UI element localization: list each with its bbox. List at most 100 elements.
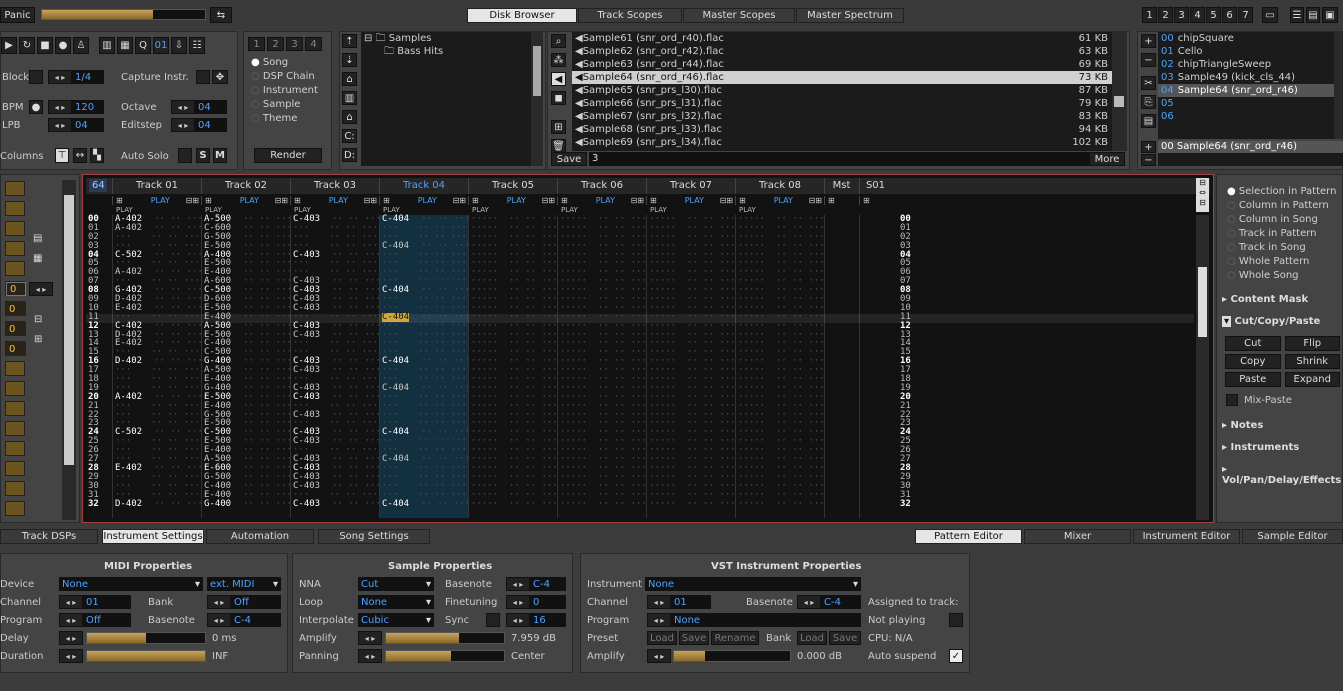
preview-icon[interactable]: ◀ xyxy=(551,72,566,86)
midi-ext-select[interactable]: ext. MIDI ▾ xyxy=(207,577,281,591)
nna-select[interactable]: Cut ▾ xyxy=(358,577,434,591)
midi-delay-slider[interactable] xyxy=(86,632,206,644)
notes-header[interactable]: ▸ Notes xyxy=(1222,420,1263,431)
settings-icon[interactable]: ☷ xyxy=(189,37,205,54)
content-mask-header[interactable]: ▸ Content Mask xyxy=(1222,294,1308,305)
add-column-icon[interactable]: ⊞ xyxy=(472,196,479,205)
instrument-item[interactable]: 03 Sample49 (kick_cls_44) xyxy=(1158,71,1334,84)
pattern-scrollbar[interactable] xyxy=(1196,215,1209,520)
midi-bank-value[interactable]: Off xyxy=(231,595,281,609)
block-value[interactable]: 1/4 xyxy=(72,70,104,84)
render-tab-4[interactable]: 4 xyxy=(305,37,322,51)
track-mute-button[interactable] xyxy=(5,461,25,476)
layout-number-4[interactable]: 4 xyxy=(1190,7,1205,23)
file-item[interactable]: ◀ Sample64 (snr_ord_r46).flac 73 KB xyxy=(572,71,1112,84)
column-buttons-icon[interactable]: ⊟⊞ xyxy=(186,196,201,205)
ccp-button-shrink[interactable]: Shrink xyxy=(1284,354,1340,369)
up-icon[interactable]: ⇡ xyxy=(342,34,357,48)
search-icon[interactable]: ⌕ xyxy=(551,34,566,48)
left-scrollbar[interactable] xyxy=(62,180,76,520)
random-icon[interactable]: ⁂ xyxy=(551,53,566,67)
column-buttons-icon[interactable]: ⊟⊞ xyxy=(364,196,379,205)
track-mute-button[interactable] xyxy=(5,181,25,196)
vst-channel-value[interactable]: 01 xyxy=(671,595,711,609)
pattern-cell[interactable]: ····· ·· ·· ··· xyxy=(471,499,558,509)
render-option-dsp-chain[interactable]: ○ DSP Chain xyxy=(251,70,318,84)
layout-number-3[interactable]: 3 xyxy=(1174,7,1189,23)
track-mute-button[interactable] xyxy=(5,401,25,416)
track-mute-button[interactable] xyxy=(5,201,25,216)
loop-select[interactable]: None ▾ xyxy=(358,595,434,609)
render-option-sample[interactable]: ○ Sample xyxy=(251,98,318,112)
ccp-header[interactable]: ▾ Cut/Copy/Paste xyxy=(1222,316,1320,327)
sync-arrows[interactable]: ◂ ▸ xyxy=(506,613,530,627)
vst-bank-save-button[interactable]: Save xyxy=(829,631,861,645)
folder-item[interactable]: 🗀 Bass Hits xyxy=(364,45,531,58)
vst-instrument-select[interactable]: None ▾ xyxy=(645,577,861,591)
column-buttons-icon[interactable]: ⊟⊞ xyxy=(809,196,824,205)
track-mute-button[interactable] xyxy=(5,421,25,436)
track-value-arrows[interactable]: ◂ ▸ xyxy=(29,282,53,296)
track-header[interactable]: Track 04 xyxy=(379,178,468,194)
vst-assign-checkbox[interactable] xyxy=(949,613,963,627)
paste-icon[interactable]: ▤ xyxy=(1141,114,1156,128)
tab-mixer[interactable]: Mixer xyxy=(1024,529,1131,544)
panning-arrows[interactable]: ◂ ▸ xyxy=(358,649,382,663)
pattern-cell[interactable]: ····· ·· ·· ··· xyxy=(738,499,825,509)
drive-c-icon[interactable]: C: xyxy=(342,129,357,143)
folder-up-icon[interactable]: ⌂ xyxy=(342,110,357,124)
bpm-arrows[interactable]: ◂ ▸ xyxy=(48,100,72,114)
cut-icon[interactable]: ✂ xyxy=(1141,76,1156,90)
track-header[interactable]: Mst xyxy=(824,178,858,194)
autosolo-toggle[interactable] xyxy=(178,148,192,163)
layout-number-5[interactable]: 5 xyxy=(1206,7,1221,23)
file-item[interactable]: ◀ Sample68 (snr_prs_l33).flac 94 KB xyxy=(572,123,1112,136)
add-column-icon[interactable]: ⊞ xyxy=(650,196,657,205)
ccp-button-flip[interactable]: Flip xyxy=(1284,336,1340,351)
bpm-value[interactable]: 120 xyxy=(72,100,104,114)
metronome-icon[interactable]: ♙ xyxy=(73,37,89,54)
mixpaste-checkbox[interactable] xyxy=(1226,394,1238,406)
pattern-cell[interactable]: C-403 ·· ·· ··· xyxy=(293,499,381,509)
pattern-cell[interactable]: C-404 ·· ·· ··· xyxy=(382,499,470,509)
instrument-item[interactable]: 02 chipTriangleSweep xyxy=(1158,58,1334,71)
vst-program-value[interactable]: None xyxy=(671,613,861,627)
tab-instrument-editor[interactable]: Instrument Editor xyxy=(1133,529,1240,544)
capture-icon[interactable]: ✥ xyxy=(212,70,228,84)
columns-icon-1[interactable]: ⊤ xyxy=(55,148,69,163)
render-tab-2[interactable]: 2 xyxy=(267,37,284,51)
lpb-value[interactable]: 04 xyxy=(72,118,104,132)
save-button[interactable]: Save xyxy=(551,152,587,166)
midi-basenote-value[interactable]: C-4 xyxy=(231,613,281,627)
layout-number-6[interactable]: 6 xyxy=(1222,7,1237,23)
layout-number-2[interactable]: 2 xyxy=(1158,7,1173,23)
vst-preset-load-button[interactable]: Load xyxy=(647,631,677,645)
selection-option[interactable]: ○ Track in Pattern xyxy=(1227,227,1336,241)
ccp-button-expand[interactable]: Expand xyxy=(1284,372,1340,387)
follow-icon[interactable]: ⇩ xyxy=(171,37,187,54)
column-buttons-icon[interactable]: ⊟⊞ xyxy=(275,196,290,205)
render-option-song[interactable]: ● Song xyxy=(251,56,318,70)
solo-icon[interactable]: S xyxy=(196,148,210,163)
finetune-value[interactable]: 0 xyxy=(530,595,566,609)
quantize-icon[interactable]: Q xyxy=(135,37,151,54)
track-header[interactable]: Track 03 xyxy=(290,178,379,194)
selection-option[interactable]: ○ Column in Song xyxy=(1227,213,1336,227)
file-item[interactable]: ◀ Sample63 (snr_ord_r44).flac 69 KB xyxy=(572,58,1112,71)
home-icon[interactable]: ⌂ xyxy=(342,72,357,86)
track-value-0a[interactable]: 0 xyxy=(6,282,26,296)
tab-master-spectrum[interactable]: Master Spectrum xyxy=(796,8,904,23)
master-volume-slider[interactable] xyxy=(41,9,206,20)
track-mute-button[interactable] xyxy=(5,501,25,516)
selection-option[interactable]: ○ Column in Pattern xyxy=(1227,199,1336,213)
layout-number-7[interactable]: 7 xyxy=(1238,7,1253,23)
remove-instrument-icon[interactable]: − xyxy=(1141,53,1156,67)
track-header[interactable]: Track 05 xyxy=(468,178,557,194)
file-item[interactable]: ◀ Sample65 (snr_prs_l30).flac 87 KB xyxy=(572,84,1112,97)
ccp-button-copy[interactable]: Copy xyxy=(1225,354,1281,369)
more-button[interactable]: More xyxy=(1089,152,1125,166)
column-expand-icon[interactable]: ⊟ ⇔ ⊟ xyxy=(1196,178,1209,212)
sample-basenote-value[interactable]: C-4 xyxy=(530,577,566,591)
layout-icon-4[interactable]: ▣ xyxy=(1322,7,1338,23)
ccp-button-paste[interactable]: Paste xyxy=(1225,372,1281,387)
